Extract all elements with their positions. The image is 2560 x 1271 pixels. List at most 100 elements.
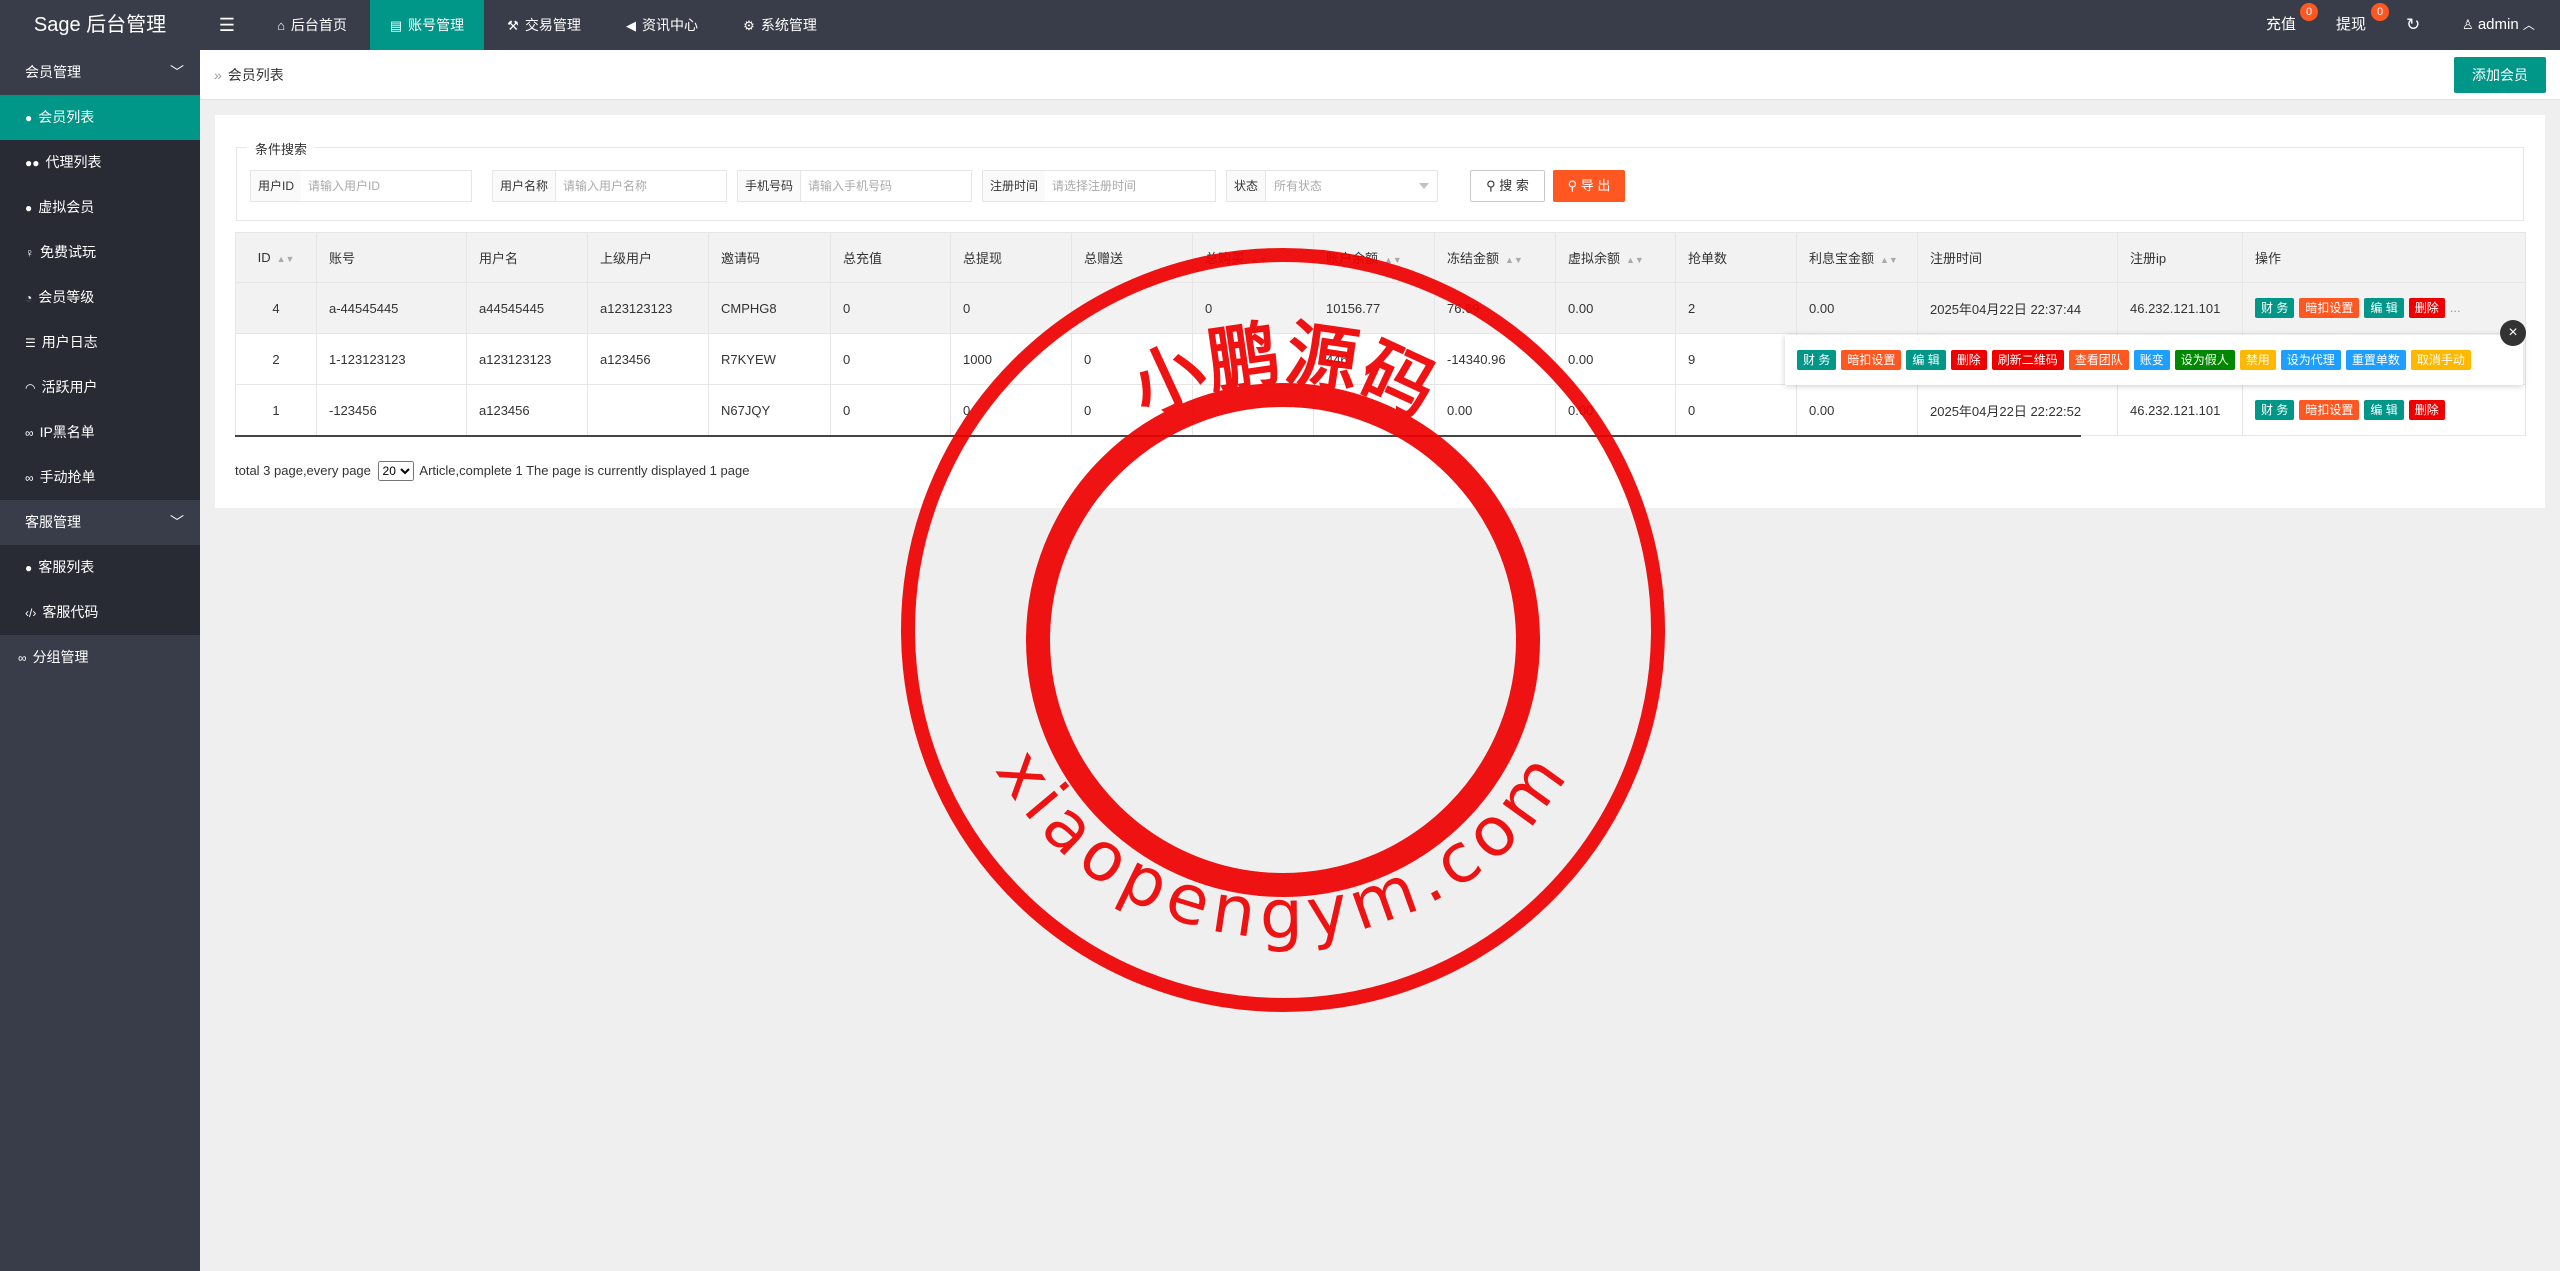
sidebar-item-ip-blacklist[interactable]: ∞ IP黑名单	[0, 410, 200, 455]
link-icon: ∞	[25, 471, 34, 485]
sidebar-item-group-manage[interactable]: ∞ 分组管理	[0, 635, 200, 680]
edit-button[interactable]: 编 辑	[2364, 298, 2404, 318]
nav-news[interactable]: ◀ 资讯中心	[612, 0, 712, 50]
sidebar-item-active-users[interactable]: ◠ 活跃用户	[0, 365, 200, 410]
sort-icon: ▲▼	[1880, 254, 1898, 265]
hidden-deduct-button[interactable]: 暗扣设置	[1841, 350, 1902, 370]
export-button[interactable]: ⚲ 导 出	[1553, 170, 1625, 202]
account-link[interactable]: -123456	[316, 384, 467, 436]
sidebar-item-manual-grab[interactable]: ∞ 手动抢单	[0, 455, 200, 500]
edit-button[interactable]: 编 辑	[1906, 350, 1946, 370]
tachometer-icon: ◔	[25, 291, 33, 305]
nav-trade[interactable]: ⚒ 交易管理	[494, 0, 594, 50]
close-icon[interactable]: ×	[2500, 320, 2526, 346]
col-regtime: 注册时间	[1917, 232, 2118, 283]
filter-fieldset: 条件搜索 用户ID 用户名称 手机号码 注册时间 状态 ⚲ 搜 索 ⚲ 导 出	[236, 139, 2524, 221]
set-agent-button[interactable]: 设为代理	[2280, 350, 2341, 370]
username-input[interactable]	[556, 171, 726, 201]
user-menu[interactable]: ♙ admin ︿	[2462, 0, 2535, 50]
menu-toggle-icon[interactable]: ☰	[212, 0, 242, 50]
sidebar-item-user-log[interactable]: ☰ 用户日志	[0, 320, 200, 365]
view-team-button[interactable]: 查看团队	[2068, 350, 2129, 370]
sidebar-item-member-list[interactable]: ● 会员列表	[0, 95, 200, 140]
col-invite: 邀请码	[708, 232, 831, 283]
sort-icon: ▲▼	[276, 253, 295, 264]
search-icon: ⚲	[1567, 178, 1578, 193]
cancel-manual-button[interactable]: 取消手动	[2410, 350, 2471, 370]
nav-home[interactable]: ⌂ 后台首页	[254, 0, 370, 50]
gavel-icon: ⚒	[507, 18, 519, 33]
user-id-input[interactable]	[301, 171, 471, 201]
finance-button[interactable]: 财 务	[1797, 350, 1837, 370]
watermark-stamp: 小鹏源码 xiaopengym.com	[901, 248, 1665, 1012]
search-button[interactable]: ⚲ 搜 索	[1470, 170, 1545, 202]
col-id[interactable]: ID ▲▼	[235, 232, 317, 283]
sidebar-item-free-trial[interactable]: ♀ 免费试玩	[0, 230, 200, 275]
brand-title: Sage 后台管理	[33, 14, 167, 36]
sidebar: 会员管理 ﹀ ● 会员列表 ●● 代理列表 ● 虚拟会员 ♀ 免费试玩 ◔ 会员等级 ☰ 用户…	[0, 50, 200, 1271]
chevron-up-icon: ︿	[2522, 18, 2535, 32]
user-icon: ●	[25, 111, 33, 125]
phone-input[interactable]	[801, 171, 971, 201]
bullhorn-icon: ◀	[626, 18, 636, 33]
sidebar-item-agent-list[interactable]: ●● 代理列表	[0, 140, 200, 185]
set-fake-button[interactable]: 设为假人	[2174, 350, 2235, 370]
link-icon: ∞	[25, 426, 34, 440]
recharge-badge: 0	[2300, 3, 2318, 21]
hidden-deduct-button[interactable]: 暗扣设置	[2299, 298, 2360, 318]
finance-button[interactable]: 财 务	[2255, 400, 2295, 420]
id-card-icon: ▤	[389, 18, 403, 33]
breadcrumb: » 会员列表	[214, 67, 284, 83]
top-header: Sage 后台管理 ☰ ⌂ 后台首页 ▤ 账号管理 ⚒ 交易管理 ◀ 资讯中心 ⚙ 系统管…	[0, 0, 2560, 50]
more-ops[interactable]: ...	[2450, 300, 2461, 315]
sidebar-item-service-list[interactable]: ● 客服列表	[0, 545, 200, 590]
sidebar-item-service-code[interactable]: ‹/› 客服代码	[0, 590, 200, 635]
delete-button[interactable]: 删除	[2408, 400, 2445, 420]
nav-system[interactable]: ⚙ 系统管理	[730, 0, 830, 50]
col-username: 用户名	[466, 232, 588, 283]
edit-button[interactable]: 编 辑	[2364, 400, 2404, 420]
link-icon: ∞	[18, 651, 27, 665]
status-select[interactable]	[1267, 171, 1437, 201]
regtime-input[interactable]	[1045, 171, 1215, 201]
balance-change-button[interactable]: 账变	[2133, 350, 2170, 370]
delete-button[interactable]: 删除	[1950, 350, 1987, 370]
chevron-down-icon: ﹀	[170, 64, 184, 80]
caret-down-icon	[1419, 183, 1429, 189]
col-parent: 上级用户	[587, 232, 709, 283]
refresh-icon[interactable]: ↻	[2406, 0, 2420, 50]
hidden-deduct-button[interactable]: 暗扣设置	[2299, 400, 2360, 420]
recharge-link[interactable]: 充值	[2266, 0, 2296, 50]
sidebar-item-virtual-member[interactable]: ● 虚拟会员	[0, 185, 200, 230]
reset-orders-button[interactable]: 重置单数	[2345, 350, 2406, 370]
delete-button[interactable]: 删除	[2408, 298, 2445, 318]
add-member-button[interactable]: 添加会员	[2454, 57, 2546, 93]
gears-icon: ⚙	[743, 18, 755, 33]
user-id-filter: 用户ID	[250, 170, 472, 202]
refresh-qr-button[interactable]: 刷新二维码	[1991, 350, 2064, 370]
sidebar-group-service[interactable]: 客服管理 ﹀	[0, 500, 200, 545]
row-ops: 财 务暗扣设置编 辑删除...	[2242, 282, 2526, 334]
chevron-down-icon: ﹀	[170, 514, 184, 530]
female-icon: ♀	[25, 246, 34, 260]
nav-account[interactable]: ▤ 账号管理	[370, 0, 484, 50]
page-size-select[interactable]: 20	[377, 461, 414, 481]
col-interest[interactable]: 利息宝金额 ▲▼	[1796, 232, 1918, 283]
status-filter: 状态	[1226, 170, 1438, 202]
breadcrumb-bar: » 会员列表 添加会员	[200, 50, 2560, 100]
finance-button[interactable]: 财 务	[2255, 298, 2295, 318]
list-icon: ☰	[25, 336, 36, 350]
sidebar-item-member-level[interactable]: ◔ 会员等级	[0, 275, 200, 320]
col-account: 账号	[316, 232, 467, 283]
username-filter: 用户名称	[492, 170, 727, 202]
disable-button[interactable]: 禁用	[2239, 350, 2276, 370]
withdraw-link[interactable]: 提现	[2336, 0, 2366, 50]
user-icon: ♙	[2462, 17, 2474, 32]
col-ops: 操作	[2242, 232, 2526, 283]
users-icon: ●●	[25, 156, 40, 170]
col-ip: 注册ip	[2117, 232, 2243, 283]
search-icon: ⚲	[1486, 178, 1496, 193]
stamp-inner-ring	[1026, 383, 1540, 897]
sidebar-group-members[interactable]: 会员管理 ﹀	[0, 50, 200, 95]
regtime-filter: 注册时间	[982, 170, 1216, 202]
